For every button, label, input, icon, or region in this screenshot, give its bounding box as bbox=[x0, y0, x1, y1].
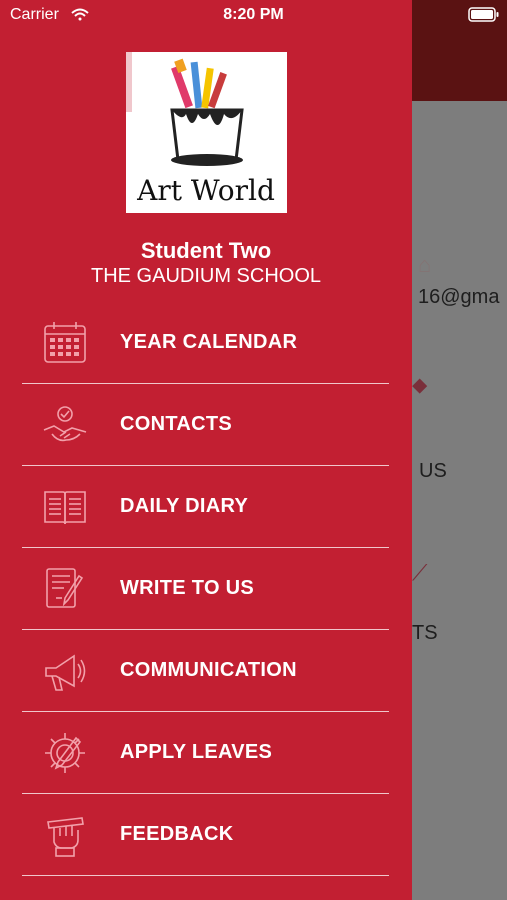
gear-pencil-icon bbox=[42, 730, 88, 776]
menu-label: DAILY DIARY bbox=[120, 495, 249, 517]
menu-item-year-calendar[interactable]: YEAR CALENDAR bbox=[22, 302, 389, 384]
background-item-text-2: TS bbox=[412, 622, 438, 644]
calendar-icon bbox=[42, 320, 88, 366]
hand-pencil-icon bbox=[42, 812, 88, 858]
drawer-menu: YEAR CALENDAR CONTACTS DAILY DIARY WRITE… bbox=[22, 302, 389, 876]
student-name: Student Two bbox=[140, 238, 272, 263]
menu-item-feedback[interactable]: FEEDBACK bbox=[22, 794, 389, 876]
megaphone-icon bbox=[42, 648, 88, 694]
menu-item-write-to-us[interactable]: WRITE TO US bbox=[22, 548, 389, 630]
background-location-icon: ⬥ bbox=[412, 372, 428, 397]
background-email-text: 16@gma bbox=[418, 286, 500, 308]
background-item-text-1: US bbox=[419, 460, 447, 482]
background-faint-icon: ⌂ bbox=[418, 252, 432, 277]
art-world-logo: Art World bbox=[126, 52, 287, 213]
status-bar: Carrier 8:20 PM bbox=[0, 0, 507, 30]
background-arrow-icon: ⟋ bbox=[412, 560, 428, 585]
status-time: 8:20 PM bbox=[223, 6, 284, 23]
menu-label: CONTACTS bbox=[120, 413, 233, 435]
menu-item-daily-diary[interactable]: DAILY DIARY bbox=[22, 466, 389, 548]
open-book-icon bbox=[42, 484, 88, 530]
menu-item-contacts[interactable]: CONTACTS bbox=[22, 384, 389, 466]
menu-label: YEAR CALENDAR bbox=[120, 331, 298, 353]
navigation-drawer: Art World Student Two THE GAUDIUM SCHOOL… bbox=[0, 0, 412, 900]
menu-label: APPLY LEAVES bbox=[120, 741, 273, 763]
handshake-icon bbox=[42, 402, 88, 448]
menu-item-apply-leaves[interactable]: APPLY LEAVES bbox=[22, 712, 389, 794]
menu-item-communication[interactable]: COMMUNICATION bbox=[22, 630, 389, 712]
menu-label: WRITE TO US bbox=[120, 577, 255, 599]
menu-label: FEEDBACK bbox=[120, 823, 234, 845]
menu-label: COMMUNICATION bbox=[120, 659, 297, 681]
school-name: THE GAUDIUM SCHOOL bbox=[90, 265, 322, 287]
write-document-icon bbox=[42, 566, 88, 612]
battery-icon bbox=[468, 7, 500, 27]
svg-text:Art World: Art World bbox=[136, 174, 275, 207]
